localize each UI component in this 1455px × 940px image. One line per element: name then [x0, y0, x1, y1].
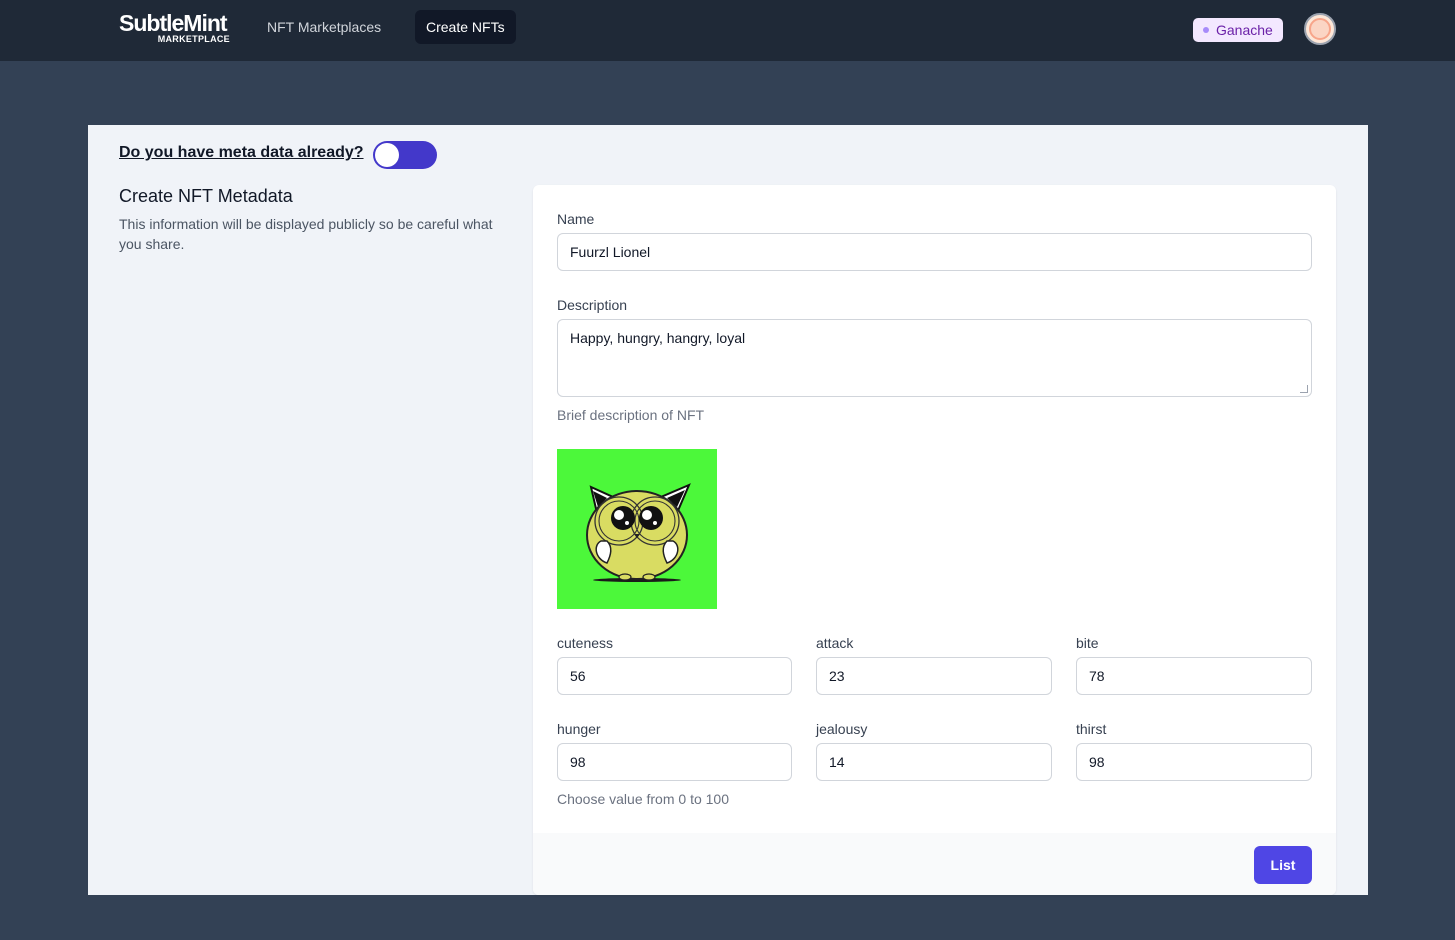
create-nft-panel: Do you have meta data already? Create NF… — [88, 125, 1368, 895]
nft-image — [557, 449, 717, 609]
attribute-label-cuteness: cuteness — [557, 635, 614, 651]
nav-create-nfts[interactable]: Create NFTs — [415, 10, 516, 44]
attribute-label-hunger: hunger — [557, 721, 601, 737]
meta-data-toggle[interactable] — [373, 141, 437, 169]
user-avatar-icon[interactable] — [1304, 13, 1336, 45]
attribute-input-attack[interactable]: 23 — [816, 657, 1052, 695]
cat-nft-illustration — [586, 483, 691, 582]
description-value: Happy, hungry, hangry, loyal — [570, 330, 746, 346]
resize-handle-icon[interactable] — [1300, 385, 1308, 393]
attributes-help: Choose value from 0 to 100 — [557, 791, 729, 807]
attribute-input-hunger[interactable]: 98 — [557, 743, 792, 781]
name-label: Name — [557, 211, 595, 227]
attribute-label-bite: bite — [1076, 635, 1099, 651]
toggle-knob — [375, 143, 399, 167]
description-help: Brief description of NFT — [557, 407, 705, 423]
logo-main-text: SubtleMint — [119, 10, 228, 36]
avatar-inner — [1309, 18, 1331, 40]
network-badge: Ganache — [1193, 18, 1283, 42]
top-navbar: SubtleMint MARKETPLACE NFT Marketplaces … — [0, 0, 1455, 61]
section-title: Create NFT Metadata — [119, 186, 293, 206]
attribute-input-bite[interactable]: 78 — [1076, 657, 1312, 695]
description-label: Description — [557, 297, 628, 313]
attribute-input-thirst[interactable]: 98 — [1076, 743, 1312, 781]
nav-nft-marketplaces[interactable]: NFT Marketplaces — [256, 10, 392, 44]
status-dot-icon — [1203, 27, 1209, 33]
list-button[interactable]: List — [1254, 846, 1312, 884]
network-badge-label: Ganache — [1216, 22, 1273, 38]
subtlemint-logo[interactable]: SubtleMint MARKETPLACE — [119, 10, 234, 45]
attribute-label-attack: attack — [816, 635, 854, 651]
attribute-input-jealousy[interactable]: 14 — [816, 743, 1052, 781]
attribute-label-thirst: thirst — [1076, 721, 1107, 737]
name-input[interactable]: Fuurzl Lionel — [557, 233, 1312, 271]
metadata-form-card: Name Fuurzl Lionel Description Happy, hu… — [533, 185, 1336, 895]
description-textarea[interactable]: Happy, hungry, hangry, loyal — [557, 319, 1312, 397]
meta-data-question: Do you have meta data already? — [119, 144, 364, 161]
attribute-input-cuteness[interactable]: 56 — [557, 657, 792, 695]
form-footer: List — [533, 833, 1336, 895]
attribute-label-jealousy: jealousy — [816, 721, 868, 737]
section-description: This information will be displayed publi… — [119, 216, 493, 252]
